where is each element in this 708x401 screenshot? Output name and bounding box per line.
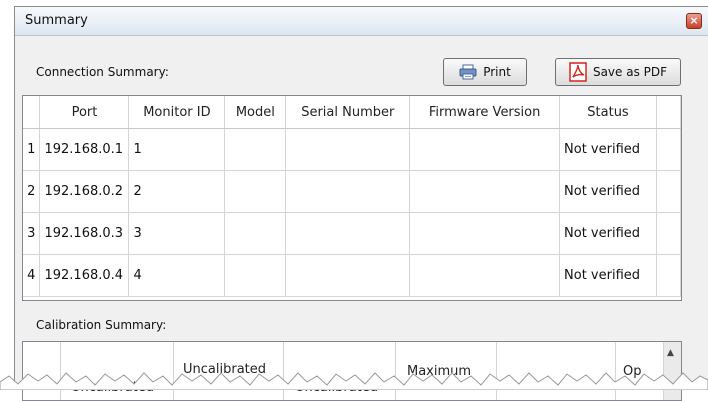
cell-serial-number[interactable] [285, 128, 411, 171]
printer-icon [459, 64, 477, 80]
save-as-pdf-label: Save as PDF [592, 65, 668, 79]
cell-serial-number[interactable] [285, 254, 411, 297]
scroll-up-arrow-icon[interactable]: ▲ [667, 348, 674, 358]
close-icon: × [689, 14, 699, 27]
cell-serial-number[interactable] [285, 212, 411, 255]
column-header-filler [656, 96, 681, 129]
cell-status[interactable]: Not verified [559, 128, 657, 171]
close-button[interactable]: × [686, 13, 702, 29]
table-header-row: Port Monitor ID Model Serial Number Firm… [23, 96, 681, 129]
cell-monitor-id[interactable]: 4 [128, 254, 226, 297]
print-button[interactable]: Print [443, 58, 527, 86]
cell-monitor-id[interactable]: 3 [128, 212, 226, 255]
cell-port[interactable]: 192.168.0.2 [39, 170, 130, 213]
save-as-pdf-button[interactable]: Save as PDF [555, 58, 681, 86]
cell-filler [656, 212, 681, 255]
cell-firmware-version[interactable] [409, 128, 561, 171]
cell-model[interactable] [224, 254, 287, 297]
column-header-serial-number[interactable]: Serial Number [285, 96, 411, 129]
torn-edge [0, 372, 708, 390]
column-header-monitor-id[interactable]: Monitor ID [128, 96, 226, 129]
cell-model[interactable] [224, 170, 287, 213]
window-title: Summary [25, 13, 88, 28]
calibration-summary-label: Calibration Summary: [36, 318, 167, 332]
row-number: 3 [23, 212, 41, 255]
cell-filler [656, 170, 681, 213]
cell-model[interactable] [224, 212, 287, 255]
cell-filler [656, 254, 681, 297]
cell-firmware-version[interactable] [409, 170, 561, 213]
row-number: 1 [23, 128, 41, 171]
connection-grid: Port Monitor ID Model Serial Number Firm… [22, 95, 682, 301]
row-number: 2 [23, 170, 41, 213]
cell-filler [656, 128, 681, 171]
table-row[interactable]: 2 192.168.0.2 2 Not verified [23, 170, 681, 213]
cell-status[interactable]: Not verified [559, 170, 657, 213]
cell-port[interactable]: 192.168.0.4 [39, 254, 130, 297]
title-bar: Summary × [15, 7, 708, 36]
column-header-status[interactable]: Status [559, 96, 657, 129]
cell-firmware-version[interactable] [409, 212, 561, 255]
cell-port[interactable]: 192.168.0.3 [39, 212, 130, 255]
column-header-index[interactable] [23, 96, 41, 129]
table-row[interactable]: 1 192.168.0.1 1 Not verified [23, 128, 681, 171]
cell-model[interactable] [224, 128, 287, 171]
print-label: Print [483, 65, 511, 79]
connection-summary-label: Connection Summary: [36, 65, 169, 79]
connection-table: Port Monitor ID Model Serial Number Firm… [23, 96, 681, 297]
cell-port[interactable]: 192.168.0.1 [39, 128, 130, 171]
column-header-model[interactable]: Model [224, 96, 287, 129]
cell-monitor-id[interactable]: 2 [128, 170, 226, 213]
cell-status[interactable]: Not verified [559, 254, 657, 297]
cell-firmware-version[interactable] [409, 254, 561, 297]
pdf-icon [569, 62, 587, 82]
cell-monitor-id[interactable]: 1 [128, 128, 226, 171]
table-row[interactable]: 4 192.168.0.4 4 Not verified [23, 254, 681, 297]
cell-status[interactable]: Not verified [559, 212, 657, 255]
row-number: 4 [23, 254, 41, 297]
cell-serial-number[interactable] [285, 170, 411, 213]
column-header-firmware-version[interactable]: Firmware Version [409, 96, 561, 129]
column-header-port[interactable]: Port [39, 96, 130, 129]
table-row[interactable]: 3 192.168.0.3 3 Not verified [23, 212, 681, 255]
